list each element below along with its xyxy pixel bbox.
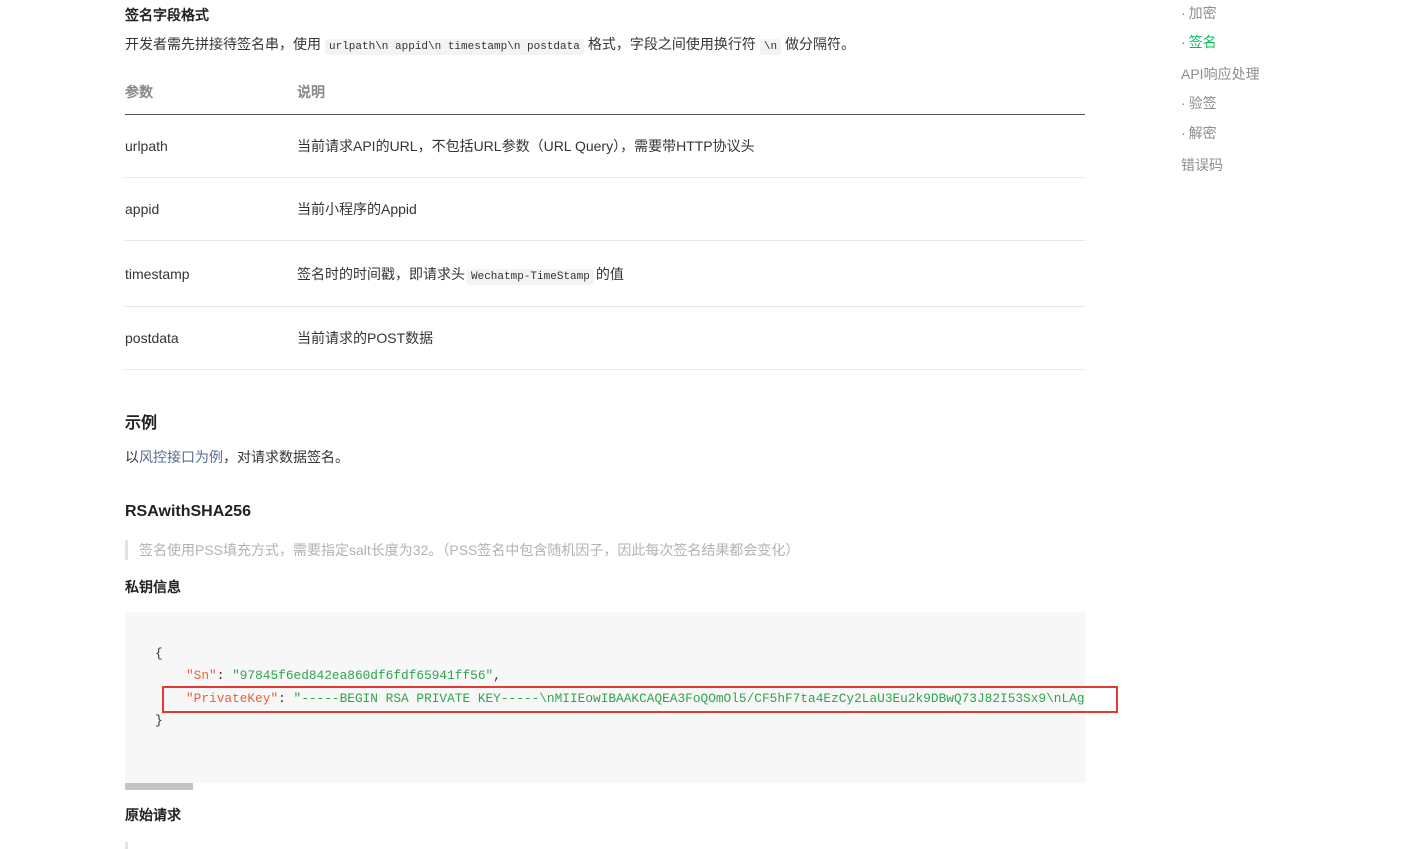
example-text-before: 以 — [125, 449, 139, 465]
blockquote-bar — [125, 540, 128, 560]
desc-text-after: 做分隔符。 — [785, 36, 856, 52]
param-description: 签名时的时间戳，即请求头 Wechatmp-TimeStamp 的值 — [297, 264, 1085, 285]
header-param: 参数 — [125, 84, 153, 100]
code-block-private-key: { "Sn": "97845f6ed842ea860df6fdf65941ff5… — [125, 612, 1085, 783]
risk-control-api-link[interactable]: 风控接口为例 — [139, 449, 223, 465]
toc-item-decrypt[interactable]: · 解密 — [1181, 123, 1217, 143]
param-name: appid — [125, 201, 160, 217]
inline-code-format: urlpath\n appid\n timestamp\n postdata — [325, 39, 584, 55]
code-open-brace: { — [155, 646, 163, 661]
blockquote-bar — [125, 842, 128, 849]
toc-item-api-response[interactable]: API响应处理 — [1181, 64, 1260, 84]
toc-bullet: · — [1181, 125, 1186, 141]
param-name: timestamp — [125, 265, 190, 282]
inline-code-timestamp-header: Wechatmp-TimeStamp — [467, 268, 594, 285]
toc-item-error-codes[interactable]: 错误码 — [1181, 155, 1223, 175]
toc-bullet: · — [1181, 95, 1186, 111]
code-close-brace: } — [155, 712, 163, 728]
code-key: "PrivateKey" — [186, 690, 279, 706]
param-description-text: 的值 — [595, 265, 624, 282]
desc-text-before: 开发者需先拼接待签名串，使用 — [125, 36, 321, 52]
table-row: postdata 当前请求的POST数据 — [125, 307, 1085, 370]
table-of-contents: · 加密 · 签名 API响应处理 · 验签 · 解密 错误码 — [1181, 0, 1401, 200]
doc-content: 签名字段格式 开发者需先拼接待签名串，使用 urlpath\n appid\n t… — [125, 0, 1085, 849]
table-row: appid 当前小程序的Appid — [125, 178, 1085, 241]
params-table: 参数 说明 urlpath 当前请求API的URL，不包括URL参数（URL Q… — [125, 70, 1085, 370]
param-description: 当前小程序的Appid — [297, 201, 417, 217]
toc-bullet: · — [1181, 34, 1186, 50]
table-header-row: 参数 说明 — [125, 70, 1085, 115]
toc-item-encrypt[interactable]: · 加密 — [1181, 3, 1217, 23]
toc-item-label: 加密 — [1188, 5, 1217, 21]
code-string: "-----BEGIN RSA PRIVATE KEY-----\nMIIEow… — [293, 690, 1085, 706]
code-key: "Sn" — [186, 668, 217, 684]
table-row: timestamp 签名时的时间戳，即请求头 Wechatmp-TimeStamp… — [125, 241, 1085, 307]
code-comma: , — [493, 668, 501, 684]
toc-item-verify[interactable]: · 验签 — [1181, 93, 1217, 113]
code-scrollbar-thumb[interactable] — [125, 783, 193, 790]
inline-code-newline: \n — [759, 39, 782, 55]
example-description: 以风控接口为例，对请求数据签名。 — [125, 447, 349, 467]
header-description: 说明 — [297, 84, 325, 100]
code-separator: : — [278, 690, 294, 706]
rsa-note: 签名使用PSS填充方式，需要指定salt长度为32。（PSS签名中包含随机因子，… — [139, 542, 800, 558]
param-name: urlpath — [125, 138, 168, 154]
toc-bullet: · — [1181, 5, 1186, 21]
param-description-text: 签名时的时间戳，即请求头 — [297, 265, 465, 282]
table-row: urlpath 当前请求API的URL，不包括URL参数（URL Query），… — [125, 115, 1085, 178]
param-description: 当前请求API的URL，不包括URL参数（URL Query），需要带HTTP协… — [297, 138, 755, 154]
desc-text-middle: 格式，字段之间使用换行符 — [587, 36, 756, 52]
example-text-after: ，对请求数据签名。 — [223, 449, 349, 465]
toc-item-label: 解密 — [1188, 125, 1217, 141]
code-line-private-key: "PrivateKey": "-----BEGIN RSA PRIVATE KE… — [155, 688, 1085, 710]
section-title-raw-request: 原始请求 — [125, 807, 181, 823]
toc-item-label: 错误码 — [1181, 157, 1223, 173]
code-line-sn: "Sn": "97845f6ed842ea860df6fdf65941ff56"… — [155, 665, 1085, 687]
section-title-example: 示例 — [125, 415, 158, 432]
code-separator: : — [216, 668, 233, 684]
param-name: postdata — [125, 330, 179, 346]
toc-item-label: 验签 — [1188, 95, 1217, 111]
toc-item-label: API响应处理 — [1181, 66, 1260, 82]
toc-item-sign[interactable]: · 签名 — [1181, 32, 1217, 52]
code-string: "97845f6ed842ea860df6fdf65941ff56" — [232, 668, 494, 684]
param-description: 当前请求的POST数据 — [297, 330, 434, 346]
toc-item-label: 签名 — [1188, 34, 1217, 50]
section-title-sign-format: 签名字段格式 — [125, 7, 209, 23]
section-title-rsa: RSAwithSHA256 — [125, 503, 251, 520]
section-title-private-key: 私钥信息 — [125, 579, 181, 595]
sign-format-description: 开发者需先拼接待签名串，使用 urlpath\n appid\n timestam… — [125, 34, 855, 57]
